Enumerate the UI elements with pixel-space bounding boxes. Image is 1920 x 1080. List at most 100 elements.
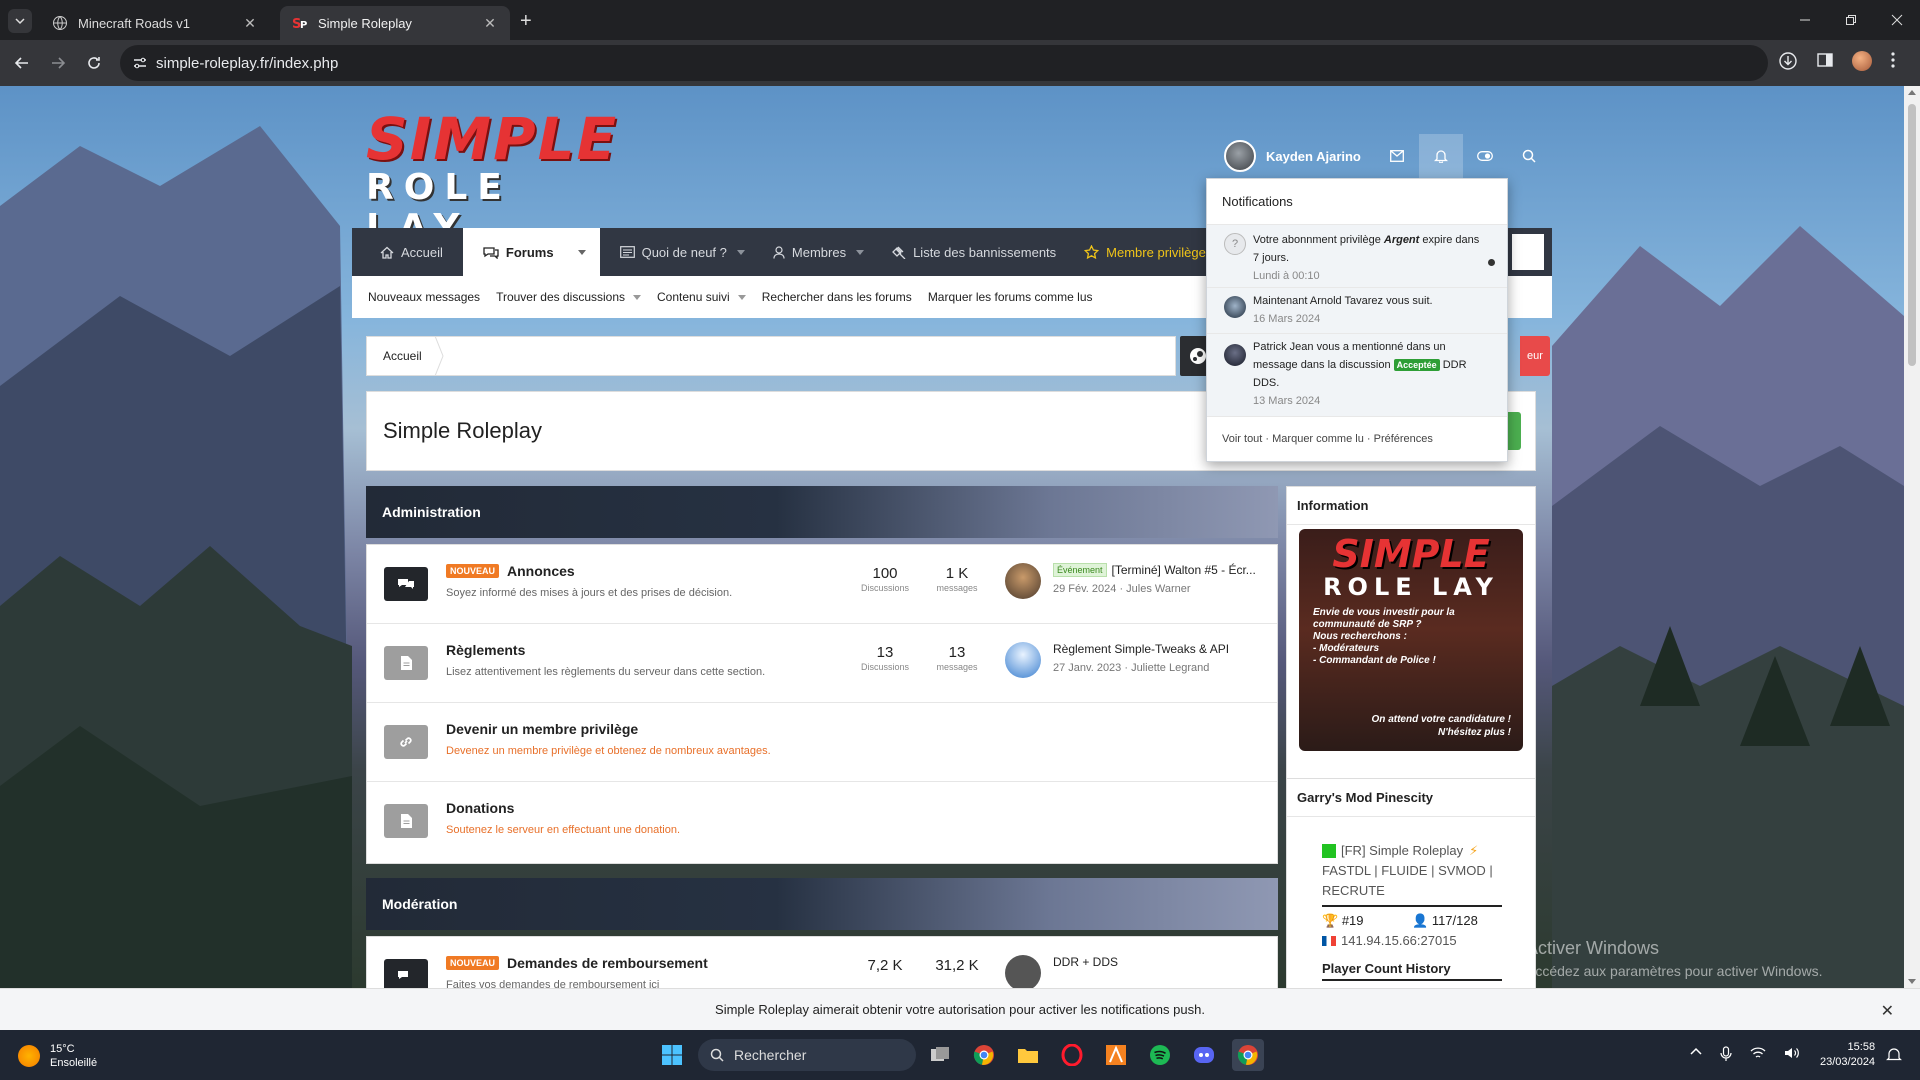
search-button[interactable] [1507,134,1551,178]
scroll-up-icon[interactable] [1908,90,1916,95]
alerts-button[interactable] [1418,134,1463,178]
scroll-down-icon[interactable] [1908,979,1916,984]
microphone-icon[interactable] [1720,1046,1732,1062]
back-button[interactable] [10,51,34,75]
forum-title[interactable]: Donations [446,800,514,816]
task-view-button[interactable] [924,1039,956,1071]
chevron-down-icon[interactable] [736,249,745,255]
avatar[interactable] [1005,563,1041,599]
arrow-left-icon [14,57,28,69]
restore-button[interactable] [1828,8,1874,32]
forum-node-annonces[interactable]: NOUVEAU Annonces Soyez informé des mises… [367,545,1277,624]
notifications-footer[interactable]: Voir tout · Marquer comme lu · Préférenc… [1222,417,1433,461]
chevron-down-icon[interactable] [577,249,586,255]
notification-item[interactable]: ? Votre abonnment privilège Argent expir… [1207,225,1507,288]
subnav-trouver-discussions[interactable]: Trouver des discussions [496,290,642,304]
username-link[interactable]: Kayden Ajarino [1266,149,1361,164]
forum-title[interactable]: Règlements [446,642,525,658]
weather-widget[interactable]: 15°C Ensoleillé [18,1042,97,1070]
nav-membre-privilege[interactable]: Membre privilège [1070,228,1220,276]
last-post-title[interactable]: Règlement Simple-Tweaks & API [1053,642,1278,656]
avatar[interactable] [1224,344,1246,366]
scrollbar-thumb[interactable] [1908,104,1916,366]
reload-button[interactable] [82,51,106,75]
subnav-rechercher-forums[interactable]: Rechercher dans les forums [762,290,912,304]
breadcrumb-accueil[interactable]: Accueil [383,349,422,363]
chevron-down-icon[interactable] [856,249,865,255]
server-widget[interactable]: [FR] Simple Roleplay ⚡ FASTDL | FLUIDE | … [1322,841,1502,981]
subnav-contenu-suivi[interactable]: Contenu suivi [657,290,746,304]
chevron-up-icon[interactable] [1690,1046,1702,1058]
forum-node-membre-privilege[interactable]: Devenir un membre privilège Devenez un m… [367,703,1277,782]
unread-dot-icon[interactable] [1488,259,1495,266]
minimize-button[interactable] [1782,8,1828,32]
spotify-button[interactable] [1144,1039,1176,1071]
chevron-down-icon[interactable] [737,294,746,300]
clock[interactable]: 15:58 23/03/2024 [1820,1040,1875,1070]
app-button[interactable] [1100,1039,1132,1071]
forum-title[interactable]: Demandes de remboursement [507,955,708,971]
taskbar-search[interactable]: Rechercher [698,1039,916,1071]
chevron-down-icon[interactable] [633,294,642,300]
conversations-button[interactable] [1375,134,1419,178]
file-explorer-button[interactable] [1012,1039,1044,1071]
site-info-icon[interactable] [132,55,148,71]
nav-search-input[interactable] [1512,234,1544,270]
last-post-title[interactable]: DDR + DDS [1053,955,1278,969]
nav-accueil[interactable]: Accueil [352,228,463,276]
recruitment-banner[interactable]: SIMPLE ROLE LAY Envie de vous investir p… [1299,529,1523,751]
side-panel-icon[interactable] [1816,51,1834,69]
download-icon[interactable] [1778,51,1798,71]
close-tab-icon[interactable]: ✕ [482,15,498,31]
forum-title[interactable]: Annonces [507,563,575,579]
subnav-marquer-lus[interactable]: Marquer les forums comme lus [928,290,1093,304]
speaker-icon[interactable] [1784,1046,1800,1060]
style-toggle-button[interactable] [1463,134,1507,178]
tab-minecraft-roads[interactable]: Minecraft Roads v1 ✕ [40,6,270,40]
category-header-moderation[interactable]: Modération [366,878,1278,930]
tab-search-button[interactable] [8,9,32,33]
breadcrumb-separator-icon [434,336,444,376]
forum-node-remboursement[interactable]: NOUVEAU Demandes de remboursement Faites… [367,937,1277,988]
menu-dots-icon[interactable] [1890,51,1896,69]
profile-avatar[interactable] [1852,51,1872,71]
new-tab-button[interactable]: + [520,10,532,33]
nav-quoi-de-neuf[interactable]: Quoi de neuf ? [600,228,759,276]
close-window-button[interactable] [1874,8,1920,32]
notification-user-link[interactable]: Arnold Tavarez [1310,295,1383,307]
tab-simple-roleplay[interactable]: SP Simple Roleplay ✕ [280,6,510,40]
chrome-taskbar-button[interactable] [968,1039,1000,1071]
forum-node-reglements[interactable]: Règlements Lisez attentivement les règle… [367,624,1277,703]
address-bar[interactable]: simple-roleplay.fr/index.php [120,45,1768,81]
close-icon[interactable]: ✕ [1881,1001,1894,1021]
red-action-button[interactable]: eur [1520,336,1550,376]
forum-description: Soutenez le serveur en effectuant une do… [446,824,681,836]
stat-label: Discussions [860,583,909,593]
category-header-administration[interactable]: Administration [366,486,1278,538]
start-button[interactable] [656,1039,688,1071]
notification-text: Patrick Jean vous a mentionné dans un me… [1253,338,1483,410]
avatar[interactable] [1224,296,1246,318]
user-avatar[interactable] [1224,140,1256,172]
nav-membres[interactable]: Membres [759,228,878,276]
close-tab-icon[interactable]: ✕ [242,15,258,31]
nav-bannissements[interactable]: Liste des bannissements [878,228,1070,276]
notification-center-icon[interactable] [1886,1047,1902,1063]
nav-forums[interactable]: Forums [462,228,600,276]
chrome-active-button[interactable] [1232,1039,1264,1071]
forward-button[interactable] [46,51,70,75]
notification-item[interactable]: Maintenant Arnold Tavarez vous suit. 16 … [1207,288,1507,334]
forum-node-donations[interactable]: Donations Soutenez le serveur en effectu… [367,782,1277,861]
notification-item[interactable]: Patrick Jean vous a mentionné dans un me… [1207,334,1507,417]
forum-title-row: Donations [446,800,514,816]
page-scrollbar[interactable] [1904,86,1920,988]
wifi-icon[interactable] [1750,1046,1766,1060]
forum-title[interactable]: Devenir un membre privilège [446,721,638,737]
avatar[interactable] [1005,642,1041,678]
discord-button[interactable] [1188,1039,1220,1071]
subnav-nouveaux-messages[interactable]: Nouveaux messages [368,290,480,304]
last-post-title[interactable]: Événement [Terminé] Walton #5 - Écr... [1053,563,1278,577]
avatar[interactable] [1005,955,1041,988]
site-logo[interactable]: SIMPLE ROLE LAY [366,110,636,248]
opera-button[interactable] [1056,1039,1088,1071]
